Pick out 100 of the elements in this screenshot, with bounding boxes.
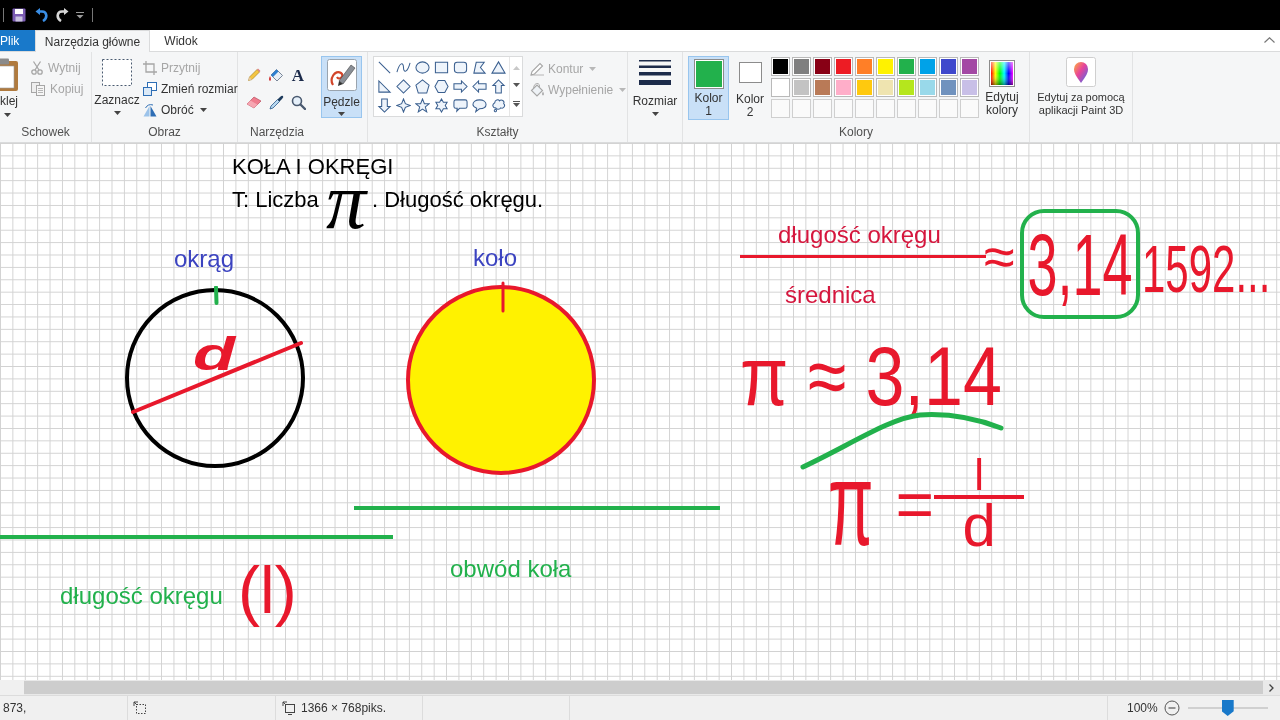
scroll-down-icon[interactable] [512, 83, 520, 88]
paint-3d-button[interactable]: Edytuj za pomocą aplikacji Paint 3D [1032, 55, 1130, 121]
down-arrow-icon[interactable] [377, 98, 392, 113]
color-swatch[interactable] [813, 78, 832, 97]
empty-swatch[interactable] [855, 99, 874, 118]
curve-icon[interactable] [396, 60, 411, 75]
rotate-button[interactable]: Obróć [143, 99, 238, 120]
pencil-icon[interactable] [247, 68, 261, 82]
fraction-denominator: średnica [785, 283, 876, 307]
caret-icon [651, 112, 659, 116]
resize-button[interactable]: Zmień rozmiar [143, 78, 238, 99]
scissors-icon [31, 60, 43, 75]
file-tab[interactable]: Plik [0, 30, 35, 51]
selection-size-icon [133, 701, 147, 715]
rectangle-icon[interactable] [434, 60, 449, 75]
rounded-callout-icon[interactable] [453, 98, 468, 113]
color-swatch[interactable] [834, 57, 853, 76]
empty-swatch[interactable] [876, 99, 895, 118]
six-point-star-icon[interactable] [434, 98, 449, 113]
oval-callout-icon[interactable] [472, 98, 487, 113]
right-triangle-icon[interactable] [377, 79, 392, 94]
cloud-callout-icon[interactable] [491, 98, 506, 113]
rotate-icon [143, 102, 157, 117]
hexagon-icon[interactable] [434, 79, 449, 94]
brushes-button[interactable]: Pędzle [321, 56, 362, 118]
ribbon-tab[interactable]: Widok [150, 30, 212, 51]
save-icon[interactable] [12, 8, 26, 22]
note-text: obwód koła [450, 557, 572, 581]
color-swatch[interactable] [897, 78, 916, 97]
caret-icon [338, 112, 345, 116]
paste-button[interactable]: klej [0, 55, 24, 121]
horizontal-scrollbar[interactable] [0, 680, 1280, 695]
left-arrow-icon[interactable] [472, 79, 487, 94]
empty-swatch[interactable] [960, 99, 979, 118]
redo-icon[interactable] [55, 8, 69, 22]
note-text: długość okręgu [60, 584, 223, 608]
color-swatch[interactable] [855, 78, 874, 97]
group-label: Narzędzia [250, 125, 304, 139]
group-label: Kolory [839, 125, 873, 139]
color-swatch[interactable] [855, 57, 874, 76]
color-swatch[interactable] [918, 57, 937, 76]
triangle-icon[interactable] [491, 60, 506, 75]
empty-swatch[interactable] [939, 99, 958, 118]
magnifier-icon[interactable] [290, 94, 306, 110]
empty-swatch[interactable] [918, 99, 937, 118]
color-swatch[interactable] [792, 57, 811, 76]
right-arrow-icon[interactable] [453, 79, 468, 94]
primary-color-button[interactable]: Kolor 1 [688, 56, 729, 120]
color-swatch[interactable] [918, 78, 937, 97]
empty-swatch[interactable] [771, 99, 790, 118]
up-arrow-icon[interactable] [491, 79, 506, 94]
pentagon-icon[interactable] [415, 79, 430, 94]
eraser-icon[interactable] [246, 95, 262, 109]
empty-swatch[interactable] [897, 99, 916, 118]
color-swatch[interactable] [792, 78, 811, 97]
empty-swatch[interactable] [834, 99, 853, 118]
zoom-out-icon[interactable] [1163, 700, 1180, 716]
line-width-icon [639, 60, 671, 85]
color-swatch[interactable] [897, 57, 916, 76]
ribbon-tab[interactable]: Narzędzia główne [35, 30, 150, 52]
group-label: Schowek [21, 125, 70, 139]
slider-thumb[interactable] [1221, 700, 1234, 716]
color-swatch[interactable] [960, 57, 979, 76]
edit-colors-button[interactable]: Edytuj kolory [983, 56, 1021, 120]
topic-text: T: Liczba [232, 189, 319, 211]
empty-swatch[interactable] [813, 99, 832, 118]
color-swatch[interactable] [876, 57, 895, 76]
expand-gallery-icon[interactable] [512, 101, 520, 108]
copy-icon [31, 81, 45, 96]
resize-icon [143, 81, 157, 96]
select-button[interactable]: Zaznacz [96, 55, 138, 121]
empty-swatch[interactable] [792, 99, 811, 118]
color-swatch[interactable] [771, 78, 790, 97]
caret-icon [4, 113, 11, 117]
handwritten-letter: d [193, 331, 236, 377]
polygon-icon[interactable] [472, 60, 487, 75]
secondary-color-button[interactable]: Kolor 2 [732, 56, 768, 120]
four-point-star-icon[interactable] [396, 98, 411, 113]
scrollbar-thumb[interactable] [24, 681, 1263, 694]
paint-bucket-icon[interactable] [268, 67, 284, 83]
color-swatch[interactable] [771, 57, 790, 76]
chevron-up-icon[interactable] [1264, 37, 1275, 43]
undo-icon[interactable] [35, 8, 49, 22]
color-swatch[interactable] [939, 78, 958, 97]
size-button[interactable]: Rozmiar [631, 55, 679, 121]
color-swatch[interactable] [834, 78, 853, 97]
color-picker-icon[interactable] [268, 94, 284, 110]
five-point-star-icon[interactable] [415, 98, 430, 113]
scroll-right-icon[interactable] [1269, 683, 1274, 692]
text-tool-button[interactable]: A [291, 66, 305, 84]
color-swatch[interactable] [939, 57, 958, 76]
color-swatch[interactable] [960, 78, 979, 97]
color-swatch[interactable] [876, 78, 895, 97]
diamond-icon[interactable] [396, 79, 411, 94]
dashed-rectangle-icon [102, 59, 132, 86]
figure-label: okrąg [174, 247, 235, 271]
line-icon[interactable] [377, 60, 392, 75]
customize-dropdown-icon[interactable] [76, 11, 84, 19]
color-swatch[interactable] [813, 57, 832, 76]
group-label: Obraz [148, 125, 181, 139]
